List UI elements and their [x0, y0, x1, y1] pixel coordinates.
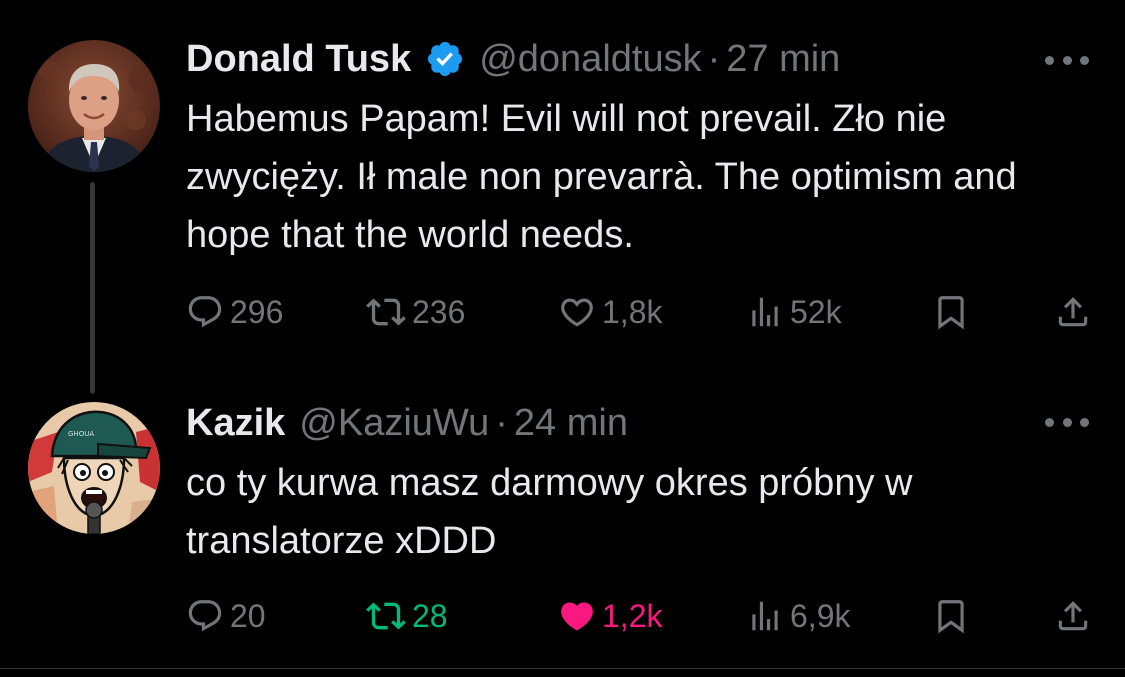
action-bar: 296 236 1,8k 52k — [186, 292, 1096, 332]
cap-logo-text: GHOUA — [68, 430, 94, 438]
repost-count: 28 — [412, 597, 448, 634]
repost-button[interactable]: 28 — [366, 596, 448, 636]
share-icon — [1058, 601, 1088, 631]
views-count: 6,9k — [790, 597, 851, 634]
like-count: 1,8k — [602, 293, 663, 330]
more-dots-icon[interactable] — [1045, 50, 1089, 70]
share-button[interactable] — [1054, 596, 1092, 636]
reply-button[interactable]: 20 — [186, 596, 266, 636]
views-chart-icon — [752, 601, 778, 631]
display-name[interactable]: Donald Tusk — [186, 38, 411, 81]
tweet-text: Habemus Papam! Evil will not prevail. Zł… — [186, 98, 1017, 256]
views-count: 52k — [790, 293, 842, 330]
reply-count: 20 — [230, 597, 266, 634]
separator-dot: · — [495, 401, 508, 444]
bookmark-icon — [938, 600, 964, 634]
bookmark-icon — [938, 296, 964, 330]
views-button[interactable]: 52k — [746, 292, 842, 332]
like-count: 1,2k — [602, 597, 663, 634]
share-icon — [1058, 297, 1088, 327]
repost-count: 236 — [412, 293, 466, 330]
bookmark-button[interactable] — [932, 596, 970, 636]
separator-dot: · — [707, 37, 721, 80]
reply-icon — [188, 296, 222, 328]
divider — [0, 668, 1125, 669]
more-dots-icon[interactable] — [1045, 412, 1089, 432]
repost-icon — [366, 298, 406, 326]
timestamp[interactable]: 27 min — [726, 38, 840, 81]
handle[interactable]: @KaziuWu — [299, 402, 489, 445]
handle[interactable]: @donaldtusk — [479, 38, 701, 81]
tweet[interactable]: GHOUA Kazik @KaziuWu · 24 min co ty kurw… — [0, 370, 1125, 677]
avatar[interactable] — [28, 40, 160, 172]
tweet-text: co ty kurwa masz darmowy okres próbny w … — [186, 462, 913, 562]
cartoon-avatar-icon: GHOUA — [28, 402, 160, 534]
timestamp[interactable]: 24 min — [514, 402, 628, 445]
bookmark-button[interactable] — [932, 292, 970, 332]
avatar[interactable]: GHOUA — [28, 402, 160, 534]
action-bar: 20 28 1,2k 6,9k — [186, 596, 1096, 636]
person-avatar-icon — [28, 40, 160, 172]
like-button[interactable]: 1,8k — [558, 292, 662, 332]
display-name[interactable]: Kazik — [186, 402, 285, 445]
heart-filled-icon — [561, 602, 593, 631]
heart-icon — [561, 298, 593, 327]
repost-button[interactable]: 236 — [366, 292, 465, 332]
reply-button[interactable]: 296 — [186, 292, 283, 332]
views-button[interactable]: 6,9k — [746, 596, 850, 636]
repost-icon — [366, 602, 406, 630]
views-chart-icon — [752, 297, 778, 327]
verified-badge-icon — [425, 39, 465, 79]
tweet-thread: Donald Tusk @donaldtusk · 27 min Habemus… — [0, 0, 1125, 677]
reply-icon — [188, 600, 222, 632]
tweet-header: Donald Tusk @donaldtusk · 27 min — [186, 36, 840, 82]
share-button[interactable] — [1054, 292, 1092, 332]
tweet[interactable]: Donald Tusk @donaldtusk · 27 min Habemus… — [0, 0, 1125, 370]
thread-connector-line — [90, 182, 95, 394]
reply-count: 296 — [230, 293, 284, 330]
tweet-header: Kazik @KaziuWu · 24 min — [186, 400, 628, 446]
like-button[interactable]: 1,2k — [558, 596, 662, 636]
